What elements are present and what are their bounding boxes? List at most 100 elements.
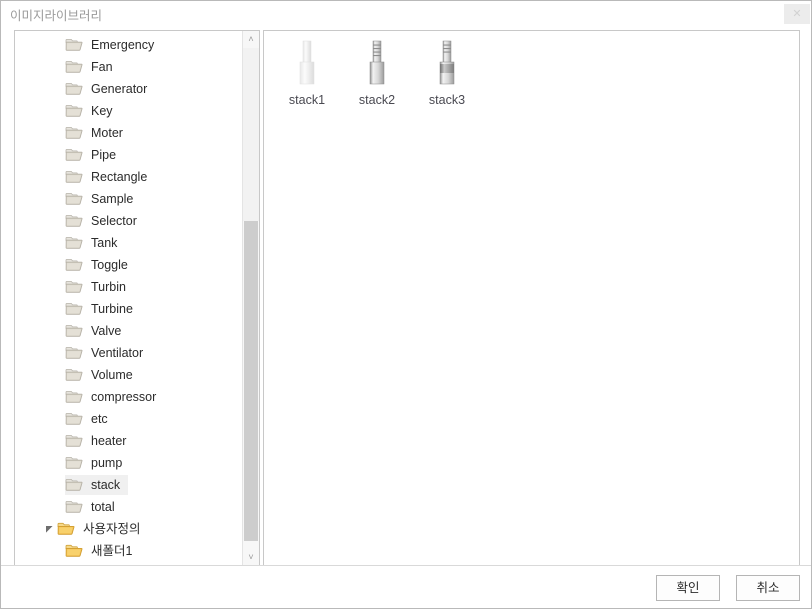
folder-closed-icon [65, 60, 83, 74]
tree-item-hitarea[interactable]: Sample [65, 189, 141, 209]
folder-closed-icon [65, 82, 83, 96]
smokestack-banded-icon [424, 39, 470, 87]
tree-item-label: compressor [91, 390, 157, 404]
tree-item-hitarea[interactable]: stack [65, 475, 129, 495]
tree-item-hitarea[interactable]: Moter [65, 123, 131, 143]
tree-item-label: Pipe [91, 148, 117, 162]
scroll-down-glyph: ˅ [248, 552, 254, 562]
tree-item-사용자정의[interactable]: 사용자정의 [15, 518, 243, 540]
scrollbar-thumb[interactable] [244, 221, 258, 541]
tree-item-hitarea[interactable]: total [65, 497, 123, 517]
folder-closed-icon [65, 104, 83, 118]
thumbnail-grid: stack1 stack2 stack3 [272, 35, 482, 117]
tree-item-heater[interactable]: heater [15, 430, 243, 452]
tree-item-Selector[interactable]: Selector [15, 210, 243, 232]
scroll-down-arrow-icon[interactable]: ˅ [243, 549, 259, 566]
tree-item-hitarea[interactable]: 새폴더1 [65, 541, 140, 561]
tree-item-Moter[interactable]: Moter [15, 122, 243, 144]
tree-item-hitarea[interactable]: Selector [65, 211, 145, 231]
tree-item-Rectangle[interactable]: Rectangle [15, 166, 243, 188]
folder-tree-panel: Emergency Fan Generator Key Moter Pipe Rectang… [14, 30, 260, 567]
tree-item-label: stack [91, 478, 121, 492]
tree-item-total[interactable]: total [15, 496, 243, 518]
tree-item-hitarea[interactable]: Turbine [65, 299, 141, 319]
tree-item-Key[interactable]: Key [15, 100, 243, 122]
tree-item-hitarea[interactable]: Pipe [65, 145, 124, 165]
folder-closed-icon [65, 214, 83, 228]
folder-closed-icon [65, 456, 83, 470]
thumbnail-item[interactable]: stack1 [272, 35, 342, 117]
folder-closed-icon [65, 38, 83, 52]
folder-closed-icon [65, 346, 83, 360]
folder-tree-list[interactable]: Emergency Fan Generator Key Moter Pipe Rectang… [15, 31, 243, 562]
tree-item-label: Key [91, 104, 113, 118]
thumbnail-label: stack2 [358, 93, 396, 107]
folder-closed-icon [65, 434, 83, 448]
tree-item-Toggle[interactable]: Toggle [15, 254, 243, 276]
thumbnail-item[interactable]: stack3 [412, 35, 482, 117]
tree-item-hitarea[interactable]: Ventilator [65, 343, 151, 363]
tree-item-label: 사용자정의 [83, 522, 141, 536]
tree-item-새폴더1[interactable]: 새폴더1 [15, 540, 243, 562]
tree-item-label: heater [91, 434, 127, 448]
folder-closed-icon [65, 324, 83, 338]
thumbnail-panel: stack1 stack2 stack3 [263, 30, 800, 567]
tree-item-hitarea[interactable]: Tank [65, 233, 125, 253]
tree-item-label: Valve [91, 324, 122, 338]
tree-item-hitarea[interactable]: pump [65, 453, 130, 473]
tree-item-hitarea[interactable]: Key [65, 101, 121, 121]
tree-expander-triangle-icon[interactable] [41, 519, 57, 539]
folder-closed-icon [65, 302, 83, 316]
tree-item-label: Tank [91, 236, 118, 250]
tree-item-hitarea[interactable]: Toggle [65, 255, 136, 275]
folder-closed-icon [65, 390, 83, 404]
tree-item-hitarea[interactable]: Emergency [65, 35, 162, 55]
folder-open-icon [65, 544, 83, 558]
cancel-button[interactable]: 취소 [736, 575, 800, 601]
folder-closed-icon [65, 478, 83, 492]
close-icon[interactable]: ✕ [784, 4, 810, 24]
tree-item-Turbine[interactable]: Turbine [15, 298, 243, 320]
tree-item-hitarea[interactable]: Generator [65, 79, 155, 99]
window-title: 이미지라이브러리 [10, 9, 103, 23]
tree-item-pump[interactable]: pump [15, 452, 243, 474]
tree-item-hitarea[interactable]: Rectangle [65, 167, 155, 187]
tree-item-hitarea[interactable]: compressor [65, 387, 164, 407]
tree-item-Fan[interactable]: Fan [15, 56, 243, 78]
tree-item-hitarea[interactable]: heater [65, 431, 134, 451]
close-glyph: ✕ [792, 7, 802, 20]
tree-item-label: Toggle [91, 258, 128, 272]
tree-item-hitarea[interactable]: Fan [65, 57, 121, 77]
thumbnail-label: stack3 [428, 93, 466, 107]
tree-item-Ventilator[interactable]: Ventilator [15, 342, 243, 364]
tree-item-label: Generator [91, 82, 148, 96]
tree-item-hitarea[interactable]: etc [65, 409, 116, 429]
tree-item-label: 새폴더1 [91, 544, 133, 558]
ok-button[interactable]: 확인 [656, 575, 720, 601]
scroll-up-arrow-icon[interactable]: ˄ [243, 31, 259, 48]
smokestack-ribbed-icon [354, 39, 400, 87]
tree-item-Pipe[interactable]: Pipe [15, 144, 243, 166]
tree-item-label: Rectangle [91, 170, 148, 184]
tree-item-hitarea[interactable]: Turbin [65, 277, 134, 297]
tree-item-Valve[interactable]: Valve [15, 320, 243, 342]
scrollbar-track-upper[interactable] [243, 48, 259, 221]
tree-item-label: Turbin [91, 280, 126, 294]
dialog-body: Emergency Fan Generator Key Moter Pipe Rectang… [1, 27, 811, 567]
tree-item-etc[interactable]: etc [15, 408, 243, 430]
tree-item-compressor[interactable]: compressor [15, 386, 243, 408]
tree-vertical-scrollbar[interactable]: ˄ ˅ [242, 31, 259, 566]
tree-item-hitarea[interactable]: Volume [65, 365, 141, 385]
tree-item-Sample[interactable]: Sample [15, 188, 243, 210]
thumbnail-item[interactable]: stack2 [342, 35, 412, 117]
tree-item-Generator[interactable]: Generator [15, 78, 243, 100]
tree-item-Volume[interactable]: Volume [15, 364, 243, 386]
tree-item-Tank[interactable]: Tank [15, 232, 243, 254]
tree-item-hitarea[interactable]: 사용자정의 [41, 519, 149, 539]
tree-item-hitarea[interactable]: Valve [65, 321, 129, 341]
tree-item-Turbin[interactable]: Turbin [15, 276, 243, 298]
tree-scroll-viewport: Emergency Fan Generator Key Moter Pipe Rectang… [15, 31, 243, 566]
folder-closed-icon [65, 412, 83, 426]
tree-item-Emergency[interactable]: Emergency [15, 34, 243, 56]
tree-item-stack[interactable]: stack [15, 474, 243, 496]
